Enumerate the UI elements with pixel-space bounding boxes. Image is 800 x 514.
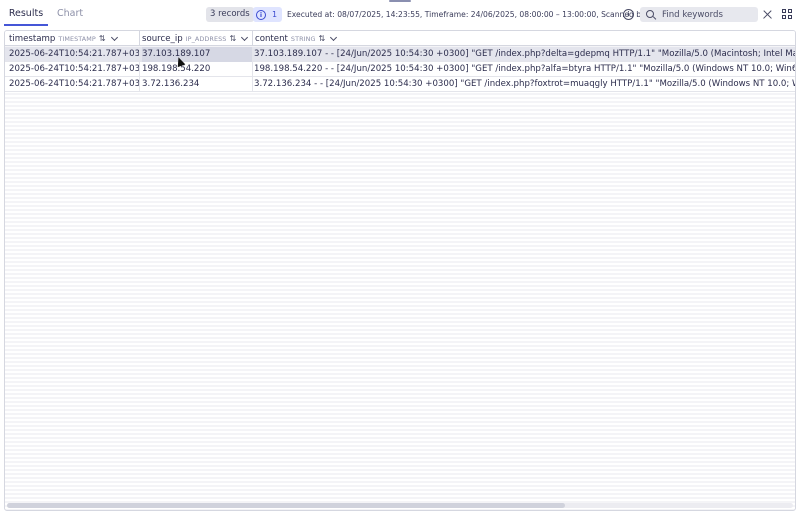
results-table: timestamp TIMESTAMP ⇅ source_ip IP_ADDRE… — [4, 30, 796, 511]
table-row[interactable]: 2025-06-24T10:54:21.787+0300 37.103.189.… — [5, 47, 795, 62]
column-name: content — [255, 33, 288, 44]
cell-source-ip[interactable]: 198.198.54.220 — [142, 62, 252, 77]
cell-content[interactable]: 3.72.136.234 - - [24/Jun/2025 10:54:30 +… — [254, 77, 795, 92]
column-name: source_ip — [142, 33, 183, 44]
tab-chart[interactable]: Chart — [57, 4, 83, 26]
cell-source-ip[interactable]: 3.72.136.234 — [142, 77, 252, 92]
cell-source-ip[interactable]: 37.103.189.107 — [142, 47, 252, 62]
column-type: IP_ADDRESS — [185, 34, 227, 43]
chevron-down-icon[interactable] — [241, 33, 249, 41]
search-input[interactable] — [662, 9, 758, 20]
chevron-down-icon[interactable] — [330, 33, 338, 41]
cell-content[interactable]: 198.198.54.220 - - [24/Jun/2025 10:54:30… — [254, 62, 795, 77]
info-icon: i — [256, 9, 266, 20]
search-box[interactable] — [640, 7, 758, 22]
info-notification-badge[interactable]: i 1 — [253, 7, 282, 22]
column-type: STRING — [290, 34, 316, 43]
table-row[interactable]: 2025-06-24T10:54:21.787+0300 3.72.136.23… — [5, 77, 795, 92]
drag-handle[interactable] — [389, 0, 411, 2]
sort-icon[interactable]: ⇅ — [229, 34, 236, 43]
chevron-down-icon[interactable] — [110, 33, 118, 41]
cell-divider — [252, 47, 253, 62]
results-toolbar: Results Chart 3 records i 1 Executed at:… — [0, 4, 800, 26]
scrollbar-thumb[interactable] — [7, 503, 565, 508]
cell-divider — [139, 47, 140, 62]
cell-content[interactable]: 37.103.189.107 - - [24/Jun/2025 10:54:30… — [254, 47, 795, 62]
column-header-timestamp[interactable]: timestamp TIMESTAMP ⇅ — [9, 31, 118, 46]
sort-icon[interactable]: ⇅ — [319, 34, 326, 43]
table-row[interactable]: 2025-06-24T10:54:21.787+0300 198.198.54.… — [5, 62, 795, 77]
column-name: timestamp — [9, 33, 56, 44]
column-header-source-ip[interactable]: source_ip IP_ADDRESS ⇅ — [142, 31, 249, 46]
column-header-content[interactable]: content STRING ⇅ — [255, 31, 338, 46]
table-header: timestamp TIMESTAMP ⇅ source_ip IP_ADDRE… — [5, 31, 795, 46]
cell-divider — [252, 77, 253, 92]
cell-divider — [252, 62, 253, 77]
cell-divider — [139, 77, 140, 92]
column-resize-handle[interactable] — [139, 31, 140, 46]
execution-info-icon[interactable]: i — [623, 9, 634, 20]
records-count-badge: 3 records — [206, 7, 254, 22]
tab-results[interactable]: Results — [4, 4, 48, 26]
cell-divider — [139, 62, 140, 77]
cell-timestamp[interactable]: 2025-06-24T10:54:21.787+0300 — [9, 77, 140, 92]
column-type: TIMESTAMP — [58, 34, 96, 43]
sort-icon[interactable]: ⇅ — [99, 34, 106, 43]
horizontal-scrollbar[interactable] — [7, 503, 793, 508]
column-resize-handle[interactable] — [252, 31, 253, 46]
grid-icon[interactable] — [782, 9, 792, 19]
cell-timestamp[interactable]: 2025-06-24T10:54:21.787+0300 — [9, 62, 140, 77]
close-icon[interactable] — [762, 9, 773, 20]
info-count: 1 — [272, 10, 278, 19]
search-icon — [646, 9, 656, 20]
cell-timestamp[interactable]: 2025-06-24T10:54:21.787+0300 — [9, 47, 140, 62]
